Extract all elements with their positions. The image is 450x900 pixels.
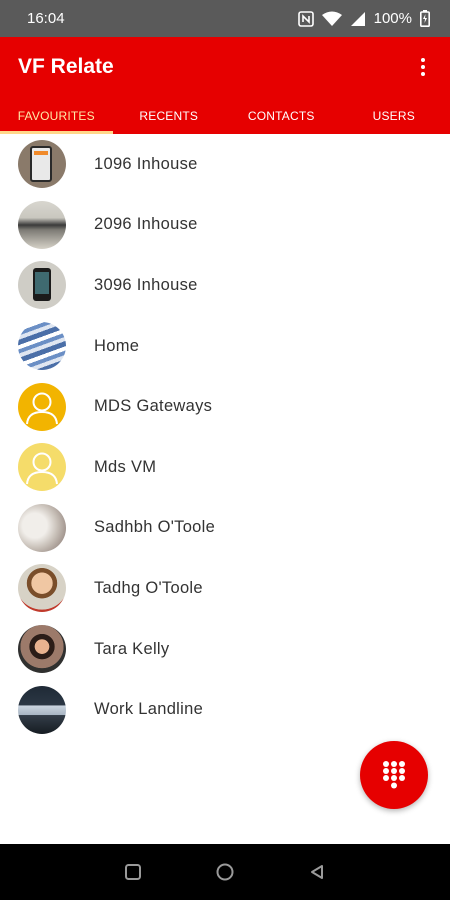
recents-square-icon[interactable] bbox=[122, 861, 144, 883]
battery-percent: 100% bbox=[373, 10, 412, 27]
avatar bbox=[18, 503, 66, 552]
contact-name: Mds VM bbox=[94, 457, 157, 476]
list-item[interactable]: 2096 Inhouse bbox=[0, 195, 450, 256]
avatar bbox=[18, 625, 66, 674]
tab-users[interactable]: USERS bbox=[338, 97, 450, 134]
contact-name: 2096 Inhouse bbox=[94, 215, 198, 234]
status-icons: 100% bbox=[297, 10, 430, 27]
contact-name: 1096 Inhouse bbox=[94, 154, 198, 173]
app-title: VF Relate bbox=[18, 55, 114, 78]
contact-name: 3096 Inhouse bbox=[94, 275, 198, 294]
tab-bar: FAVOURITES RECENTS CONTACTS USERS bbox=[0, 97, 450, 134]
app-bar: VF Relate FAVOURITES RECENTS CONTACTS US… bbox=[0, 37, 450, 134]
list-item[interactable]: Home bbox=[0, 316, 450, 377]
contact-name: Tara Kelly bbox=[94, 639, 170, 658]
list-item[interactable]: Tara Kelly bbox=[0, 619, 450, 680]
dialpad-icon bbox=[383, 761, 405, 789]
contact-name: Work Landline bbox=[94, 700, 204, 719]
navigation-bar bbox=[0, 844, 450, 900]
cell-signal-icon bbox=[350, 11, 366, 27]
avatar bbox=[18, 140, 66, 189]
home-circle-icon[interactable] bbox=[214, 861, 236, 883]
avatar bbox=[18, 382, 66, 431]
wifi-icon bbox=[321, 11, 342, 27]
default-person-icon bbox=[26, 392, 58, 424]
tab-contacts[interactable]: CONTACTS bbox=[225, 97, 338, 134]
avatar bbox=[18, 443, 66, 492]
list-item[interactable]: Work Landline bbox=[0, 679, 450, 740]
default-person-icon bbox=[26, 452, 58, 485]
contact-name: Tadhg O'Toole bbox=[94, 578, 203, 597]
avatar bbox=[18, 685, 66, 734]
tab-recents[interactable]: RECENTS bbox=[113, 97, 226, 134]
list-item[interactable]: 3096 Inhouse bbox=[0, 255, 450, 316]
list-item[interactable]: Tadhg O'Toole bbox=[0, 558, 450, 619]
list-item[interactable]: MDS Gateways bbox=[0, 376, 450, 437]
battery-icon bbox=[420, 10, 430, 27]
back-triangle-icon[interactable] bbox=[306, 861, 328, 883]
status-bar: 16:04 100% bbox=[0, 0, 450, 37]
avatar bbox=[18, 322, 66, 371]
list-item[interactable]: Mds VM bbox=[0, 437, 450, 498]
contact-name: MDS Gateways bbox=[94, 397, 213, 416]
avatar bbox=[18, 261, 66, 310]
avatar bbox=[18, 200, 66, 249]
contact-name: Sadhbh O'Toole bbox=[94, 518, 216, 537]
tab-favourites[interactable]: FAVOURITES bbox=[0, 97, 113, 134]
dialpad-button[interactable] bbox=[360, 741, 428, 809]
list-item[interactable]: 1096 Inhouse bbox=[0, 134, 450, 195]
contact-name: Home bbox=[94, 336, 140, 355]
nfc-icon bbox=[297, 10, 314, 27]
favourites-list: 1096 Inhouse 2096 Inhouse 3096 Inhouse H… bbox=[0, 134, 450, 740]
avatar bbox=[18, 564, 66, 613]
list-item[interactable]: Sadhbh O'Toole bbox=[0, 498, 450, 559]
overflow-menu-icon[interactable] bbox=[410, 53, 436, 81]
status-time: 16:04 bbox=[27, 10, 65, 27]
